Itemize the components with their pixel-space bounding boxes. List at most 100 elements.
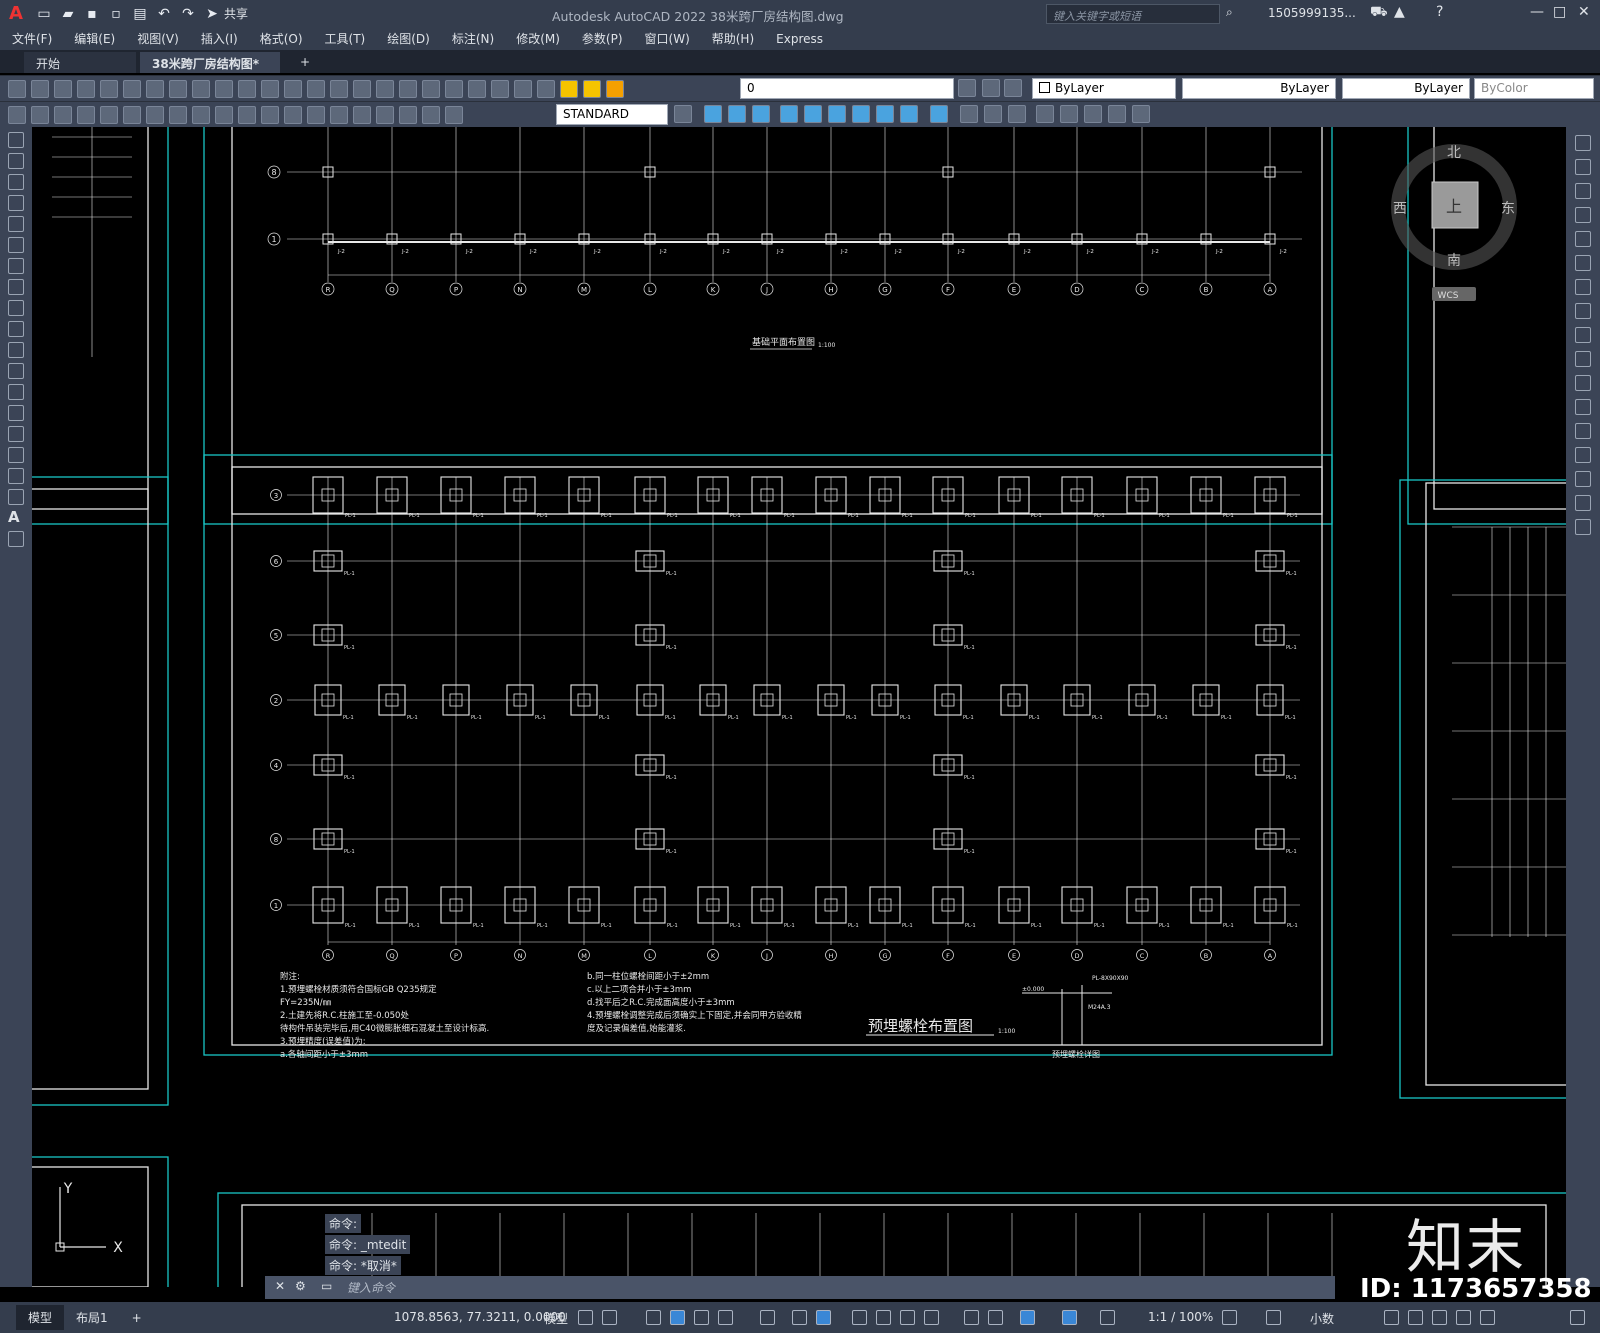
share-button[interactable]: 共享 xyxy=(224,5,248,22)
save-icon[interactable]: ▪ xyxy=(83,5,101,23)
insert-block-icon[interactable] xyxy=(8,363,24,379)
view-nw-icon[interactable] xyxy=(852,105,870,123)
fillet-icon[interactable] xyxy=(1575,471,1591,487)
join-icon[interactable] xyxy=(1575,423,1591,439)
arc-length-icon[interactable] xyxy=(54,105,72,124)
menu-express[interactable]: Express xyxy=(776,32,823,46)
ucs-object-icon[interactable] xyxy=(1108,105,1126,123)
scale-icon[interactable] xyxy=(1575,303,1591,319)
menu-modify[interactable]: 修改(M) xyxy=(516,30,560,47)
menu-format[interactable]: 格式(O) xyxy=(260,30,303,47)
selection-cycling-icon[interactable] xyxy=(900,1310,915,1325)
zoom-previous-icon[interactable] xyxy=(353,79,371,98)
command-line[interactable]: ✕ ⚙ ▭ 键入命令 xyxy=(265,1276,1335,1299)
layer-on-icon[interactable] xyxy=(560,79,578,98)
diameter-dim-icon[interactable] xyxy=(146,105,164,124)
search-icon[interactable]: ⌕ xyxy=(1226,5,1233,20)
infer-constraints-icon[interactable] xyxy=(646,1310,661,1325)
spline-icon[interactable] xyxy=(8,300,24,316)
annotation-visibility-icon[interactable] xyxy=(1062,1310,1077,1325)
linetype-dropdown[interactable]: ByLayer xyxy=(1182,78,1336,99)
user-account[interactable]: 1505999135... xyxy=(1268,6,1356,20)
add-layout-button[interactable]: + xyxy=(120,1307,154,1329)
visual-style-icon[interactable] xyxy=(960,105,978,123)
dim-style-dropdown[interactable]: STANDARD xyxy=(556,104,668,125)
menu-view[interactable]: 视图(V) xyxy=(137,30,179,47)
polyline-icon[interactable] xyxy=(8,174,24,190)
snap-icon[interactable] xyxy=(602,1310,617,1325)
sheet-set-icon[interactable] xyxy=(445,79,463,98)
rectangle-icon[interactable] xyxy=(8,216,24,232)
isolate-objects-icon[interactable] xyxy=(1432,1310,1447,1325)
new-tab-button[interactable]: + xyxy=(288,52,322,73)
paste-icon[interactable] xyxy=(192,79,210,98)
line-icon[interactable] xyxy=(8,132,24,148)
ellipse-icon[interactable] xyxy=(8,321,24,337)
close-command-icon[interactable]: ✕ xyxy=(275,1279,285,1293)
quick-dim-icon[interactable] xyxy=(192,105,210,124)
color-dropdown[interactable]: ByLayer xyxy=(1032,78,1176,99)
zoom-window-icon[interactable] xyxy=(330,79,348,98)
new-icon[interactable] xyxy=(8,79,26,98)
menu-insert[interactable]: 插入(I) xyxy=(201,30,238,47)
redo-icon[interactable] xyxy=(261,79,279,98)
erase-icon[interactable] xyxy=(1575,135,1591,151)
layer-lock-icon[interactable] xyxy=(606,79,624,98)
menu-draw[interactable]: 绘图(D) xyxy=(387,30,430,47)
tab-layout1[interactable]: 布局1 xyxy=(64,1305,120,1330)
view-left-icon[interactable] xyxy=(752,105,770,123)
ucs-icon[interactable] xyxy=(1036,105,1054,123)
explode-icon[interactable] xyxy=(1575,519,1591,535)
maximize-icon[interactable]: □ xyxy=(1553,4,1566,20)
polar-icon[interactable] xyxy=(718,1310,733,1325)
construction-line-icon[interactable] xyxy=(8,153,24,169)
autocad-logo-icon[interactable]: A xyxy=(0,0,32,27)
dim-edit-icon[interactable] xyxy=(399,105,417,124)
object-snap-tracking-icon[interactable] xyxy=(792,1310,807,1325)
selection-filter-icon[interactable] xyxy=(988,1310,1003,1325)
make-block-icon[interactable] xyxy=(8,384,24,400)
zoom-realtime-icon[interactable] xyxy=(307,79,325,98)
new-file-icon[interactable]: ▭ xyxy=(35,5,53,23)
undo-icon[interactable] xyxy=(238,79,256,98)
trim-icon[interactable] xyxy=(1575,351,1591,367)
copy-object-icon[interactable] xyxy=(1575,159,1591,175)
annotation-scale[interactable]: 1:1 / 100% xyxy=(1148,1310,1213,1324)
center-mark-icon[interactable] xyxy=(330,105,348,124)
ucs-world-icon[interactable] xyxy=(1060,105,1078,123)
move-icon[interactable] xyxy=(1575,255,1591,271)
undo-icon[interactable]: ↶ xyxy=(155,5,173,23)
minimize-icon[interactable]: — xyxy=(1530,4,1544,20)
mtext-icon[interactable]: A xyxy=(8,510,24,526)
menu-edit[interactable]: 编辑(E) xyxy=(74,30,115,47)
view-right-icon[interactable] xyxy=(780,105,798,123)
drawing-canvas[interactable]: 8 1 R J-2 Q J-2 P J-2 N J-2 M J-2 L J-2 K J-2 J J-2 H J-2 G J… xyxy=(32,127,1566,1287)
pan-icon[interactable] xyxy=(284,79,302,98)
linear-dim-icon[interactable] xyxy=(8,105,26,124)
lineweight-dropdown[interactable]: ByLayer xyxy=(1342,78,1470,99)
view-sw-icon[interactable] xyxy=(876,105,894,123)
aligned-dim-icon[interactable] xyxy=(31,105,49,124)
menu-file[interactable]: 文件(F) xyxy=(12,30,52,47)
radius-dim-icon[interactable] xyxy=(100,105,118,124)
object-snap-icon[interactable] xyxy=(816,1310,831,1325)
arc-icon[interactable] xyxy=(8,237,24,253)
grid-icon[interactable] xyxy=(578,1310,593,1325)
plotstyle-dropdown[interactable]: ByColor xyxy=(1474,78,1594,99)
help-icon[interactable]: ? xyxy=(1436,4,1443,20)
properties-icon[interactable] xyxy=(376,79,394,98)
annotation-monitor-icon[interactable] xyxy=(1266,1310,1281,1325)
coordinates-readout[interactable]: 1078.8563, 77.3211, 0.0000 xyxy=(394,1310,566,1324)
cart-icon[interactable]: ⛟ xyxy=(1370,4,1388,22)
orbit-icon[interactable] xyxy=(930,105,948,123)
menu-dimension[interactable]: 标注(N) xyxy=(452,30,494,47)
mirror-icon[interactable] xyxy=(1575,183,1591,199)
match-properties-icon[interactable] xyxy=(215,79,233,98)
dim-space-icon[interactable] xyxy=(261,105,279,124)
copy-icon[interactable] xyxy=(169,79,187,98)
chamfer-icon[interactable] xyxy=(1575,447,1591,463)
close-icon[interactable]: ✕ xyxy=(1578,4,1590,20)
plot-icon[interactable]: ▤ xyxy=(131,5,149,23)
point-icon[interactable] xyxy=(8,405,24,421)
tab-model[interactable]: 模型 xyxy=(16,1305,65,1330)
